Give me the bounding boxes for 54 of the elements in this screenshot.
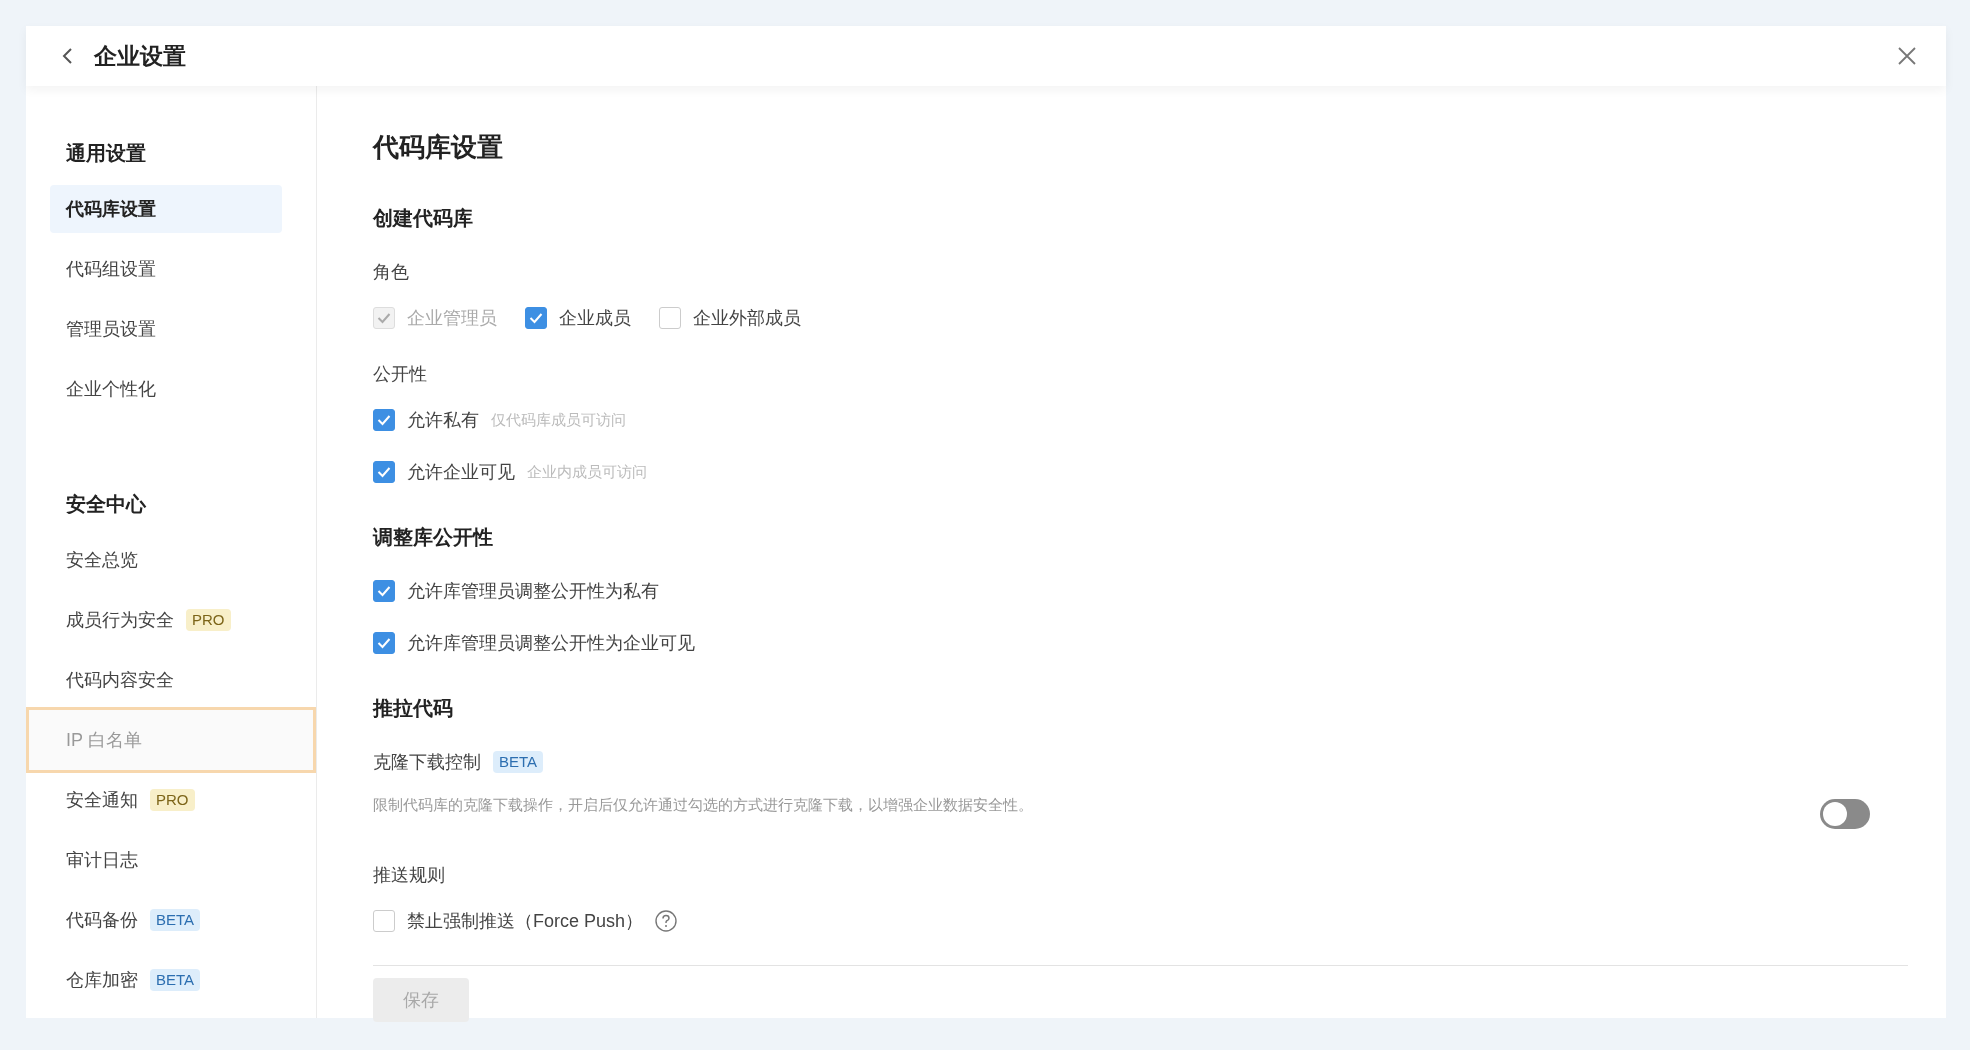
checkbox[interactable] <box>525 307 547 329</box>
setting-description: 限制代码库的克隆下载操作，开启后仅允许通过勾选的方式进行克隆下载，以增强企业数据安全性。 <box>373 796 1033 815</box>
checkbox[interactable] <box>373 409 395 431</box>
window-title: 企业设置 <box>94 41 186 71</box>
pro-tag: PRO <box>150 789 195 811</box>
sidebar-item[interactable]: 仓库加密 BETA <box>26 956 316 1004</box>
checkbox-label: 允许库管理员调整公开性为企业可见 <box>407 632 695 655</box>
sidebar-item[interactable]: 代码备份 BETA <box>26 896 316 944</box>
section-heading: 创建代码库 <box>373 206 474 231</box>
section-heading: 调整库公开性 <box>373 525 494 550</box>
toggle-switch[interactable] <box>1820 798 1870 829</box>
sidebar-heading: 通用设置 <box>65 141 147 166</box>
checkbox[interactable] <box>659 307 681 329</box>
setting-label: 克隆下载控制 <box>373 751 481 774</box>
checkbox-label: 禁止强制推送（Force Push） <box>407 910 644 933</box>
checkbox[interactable] <box>373 632 395 654</box>
section-heading: 推拉代码 <box>373 696 454 721</box>
checkbox-label: 允许库管理员调整公开性为私有 <box>407 580 659 603</box>
close-icon[interactable] <box>1896 45 1918 67</box>
sidebar-item[interactable]: 成员行为安全 PRO <box>26 596 316 644</box>
checkmark-icon <box>377 414 391 426</box>
sidebar-item[interactable]: 安全通知 PRO <box>26 776 316 824</box>
group-label: 角色 <box>373 261 409 284</box>
sidebar-item[interactable]: 企业个性化 <box>26 365 316 413</box>
checkbox[interactable] <box>373 580 395 602</box>
page-title: 代码库设置 <box>373 131 504 164</box>
checkmark-icon <box>377 312 391 324</box>
beta-tag: BETA <box>150 969 201 991</box>
hint-text: 企业内成员可访问 <box>527 462 647 482</box>
group-label: 公开性 <box>373 363 427 386</box>
checkbox-label: 企业成员 <box>559 307 631 330</box>
sidebar-item[interactable]: 代码内容安全 <box>26 656 316 704</box>
checkbox-label: 企业管理员 <box>407 307 497 330</box>
sidebar-item[interactable]: 代码组设置 <box>26 245 316 293</box>
checkmark-icon <box>377 466 391 478</box>
pro-tag: PRO <box>186 609 231 631</box>
beta-tag: BETA <box>493 751 544 773</box>
beta-tag: BETA <box>150 909 201 931</box>
sidebar-item[interactable]: 管理员设置 <box>26 305 316 353</box>
group-label: 推送规则 <box>373 864 445 887</box>
help-icon[interactable] <box>655 910 678 932</box>
sidebar-item[interactable]: 代码库设置 <box>50 185 282 233</box>
hint-text: 仅代码库成员可访问 <box>491 410 626 430</box>
checkmark-icon <box>377 585 391 597</box>
checkmark-icon <box>377 637 391 649</box>
sidebar-item[interactable]: 安全总览 <box>26 536 316 584</box>
checkbox-label: 企业外部成员 <box>693 307 801 330</box>
checkbox[interactable] <box>373 461 395 483</box>
checkmark-icon <box>529 312 543 324</box>
checkbox-label: 允许企业可见 <box>407 461 515 484</box>
sidebar-item[interactable]: 审计日志 <box>26 836 316 884</box>
sidebar-heading: 安全中心 <box>65 492 147 517</box>
checkbox[interactable] <box>373 910 395 932</box>
checkbox-label: 允许私有 <box>407 409 479 432</box>
